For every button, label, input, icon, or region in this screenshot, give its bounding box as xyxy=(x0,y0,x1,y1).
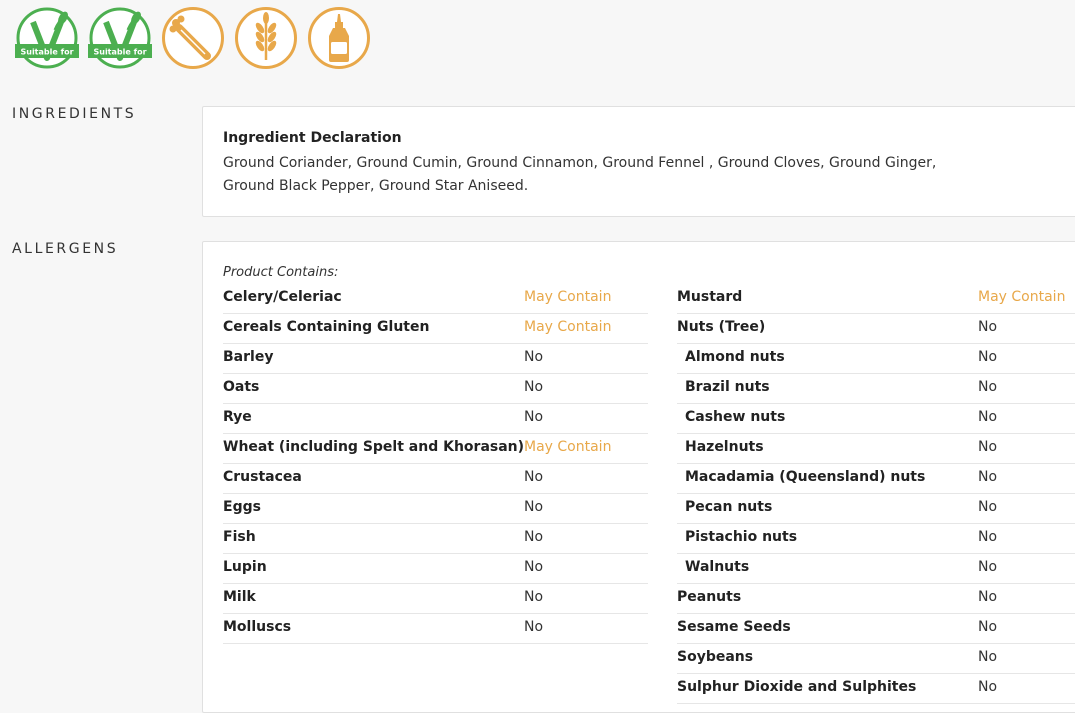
allergen-name: Macadamia (Queensland) nuts xyxy=(685,469,926,485)
allergen-name: Eggs xyxy=(223,499,261,515)
ingredient-declaration-title: Ingredient Declaration xyxy=(223,130,402,146)
allergen-name: Fish xyxy=(223,529,256,545)
allergen-name: Mustard xyxy=(677,289,743,305)
allergen-name: Crustacea xyxy=(223,469,302,485)
allergen-status: May Contain xyxy=(524,439,612,455)
ingredients-section-label: INGREDIENTS xyxy=(12,106,137,122)
allergen-row: Barley No xyxy=(223,344,648,374)
allergen-name: Nuts (Tree) xyxy=(677,319,766,335)
allergen-status: No xyxy=(978,409,998,425)
allergen-row: Wheat (including Spelt and Khorasan) May … xyxy=(223,434,648,464)
allergen-status: No xyxy=(978,469,998,485)
allergen-status: May Contain xyxy=(524,319,612,335)
allergen-status: No xyxy=(978,349,998,365)
allergen-row: Molluscs No xyxy=(223,614,648,644)
allergen-name: Pistachio nuts xyxy=(685,529,798,545)
allergen-row: Milk No xyxy=(223,584,648,614)
allergen-name: Oats xyxy=(223,379,260,395)
allergen-status: No xyxy=(524,469,544,485)
allergen-row: Peanuts No xyxy=(677,584,1075,614)
allergen-status: No xyxy=(978,619,998,635)
allergen-row: Nuts (Tree) No xyxy=(677,314,1075,344)
allergen-row: Cereals Containing Gluten May Contain xyxy=(223,314,648,344)
ingredient-declaration-text: Ground Coriander, Ground Cumin, Ground C… xyxy=(223,155,937,194)
allergen-name: Cashew nuts xyxy=(685,409,786,425)
allergen-row: Macadamia (Queensland) nuts No xyxy=(677,464,1075,494)
allergen-name: Walnuts xyxy=(685,559,750,575)
allergen-row: Eggs No xyxy=(223,494,648,524)
allergen-status: No xyxy=(978,439,998,455)
allergen-name: Hazelnuts xyxy=(685,439,764,455)
allergen-status: No xyxy=(978,499,998,515)
allergen-name: Lupin xyxy=(223,559,267,575)
product-contains-label: Product Contains: xyxy=(223,265,339,280)
allergen-status: No xyxy=(978,589,998,605)
allergens-right-column: Mustard May Contain Nuts (Tree) No Almond nu… xyxy=(677,284,1075,704)
allergen-status: No xyxy=(524,349,544,365)
allergen-status: No xyxy=(978,649,998,665)
allergen-row: Sesame Seeds No xyxy=(677,614,1075,644)
allergen-row: Sulphur Dioxide and Sulphites No xyxy=(677,674,1075,704)
allergen-row: Celery/Celeriac May Contain xyxy=(223,284,648,314)
allergen-row: Fish No xyxy=(223,524,648,554)
allergen-name: Cereals Containing Gluten xyxy=(223,319,430,335)
allergen-status: No xyxy=(524,529,544,545)
vegetarian-badge-icon: Suitable for xyxy=(15,6,79,70)
mustard-bottle-icon xyxy=(307,6,371,70)
allergen-name: Barley xyxy=(223,349,274,365)
allergen-status: No xyxy=(978,679,998,695)
allergen-row: Almond nuts No xyxy=(677,344,1075,374)
allergen-name: Milk xyxy=(223,589,256,605)
allergen-status: No xyxy=(524,619,544,635)
allergen-status: No xyxy=(524,559,544,575)
allergen-row: Cashew nuts No xyxy=(677,404,1075,434)
allergen-row: Mustard May Contain xyxy=(677,284,1075,314)
allergen-status: No xyxy=(524,379,544,395)
allergen-row: Crustacea No xyxy=(223,464,648,494)
allergen-name: Rye xyxy=(223,409,252,425)
allergen-row: Pistachio nuts No xyxy=(677,524,1075,554)
allergen-status: No xyxy=(524,409,544,425)
allergen-status: No xyxy=(524,589,544,605)
allergen-row: Walnuts No xyxy=(677,554,1075,584)
allergen-row: Lupin No xyxy=(223,554,648,584)
allergen-status: May Contain xyxy=(524,289,612,305)
allergen-status: No xyxy=(978,529,998,545)
allergen-name: Brazil nuts xyxy=(685,379,770,395)
allergen-status: No xyxy=(978,379,998,395)
allergen-name: Celery/Celeriac xyxy=(223,289,342,305)
allergen-row: Pecan nuts No xyxy=(677,494,1075,524)
allergen-name: Sulphur Dioxide and Sulphites xyxy=(677,679,917,695)
vegan-badge-label: Suitable for xyxy=(93,48,146,57)
wheat-icon xyxy=(234,6,298,70)
allergens-card: Product Contains: Celery/Celeriac May Con… xyxy=(202,241,1075,713)
allergen-name: Molluscs xyxy=(223,619,292,635)
allergen-row: Soybeans No xyxy=(677,644,1075,674)
allergen-name: Almond nuts xyxy=(685,349,785,365)
allergen-row: Rye No xyxy=(223,404,648,434)
allergen-row: Hazelnuts No xyxy=(677,434,1075,464)
allergens-section-label: ALLERGENS xyxy=(12,241,119,257)
vegetarian-badge-label: Suitable for xyxy=(20,48,73,57)
vegan-badge-icon: Suitable for xyxy=(88,6,152,70)
allergen-status: No xyxy=(978,319,998,335)
allergen-name: Sesame Seeds xyxy=(677,619,791,635)
allergen-name: Pecan nuts xyxy=(685,499,773,515)
allergen-row: Brazil nuts No xyxy=(677,374,1075,404)
allergen-status: May Contain xyxy=(978,289,1066,305)
allergen-status: No xyxy=(978,559,998,575)
dietary-badges: Suitable for Suitable for xyxy=(15,6,371,70)
allergen-name: Wheat (including Spelt and Khorasan) xyxy=(223,439,525,455)
allergen-name: Soybeans xyxy=(677,649,754,665)
allergen-name: Peanuts xyxy=(677,589,742,605)
celery-icon xyxy=(161,6,225,70)
allergen-status: No xyxy=(524,499,544,515)
allergen-row: Oats No xyxy=(223,374,648,404)
allergens-left-column: Celery/Celeriac May Contain Cereals Contai… xyxy=(223,284,648,644)
ingredients-card: Ingredient Declaration Ground Coriander,… xyxy=(202,106,1075,217)
